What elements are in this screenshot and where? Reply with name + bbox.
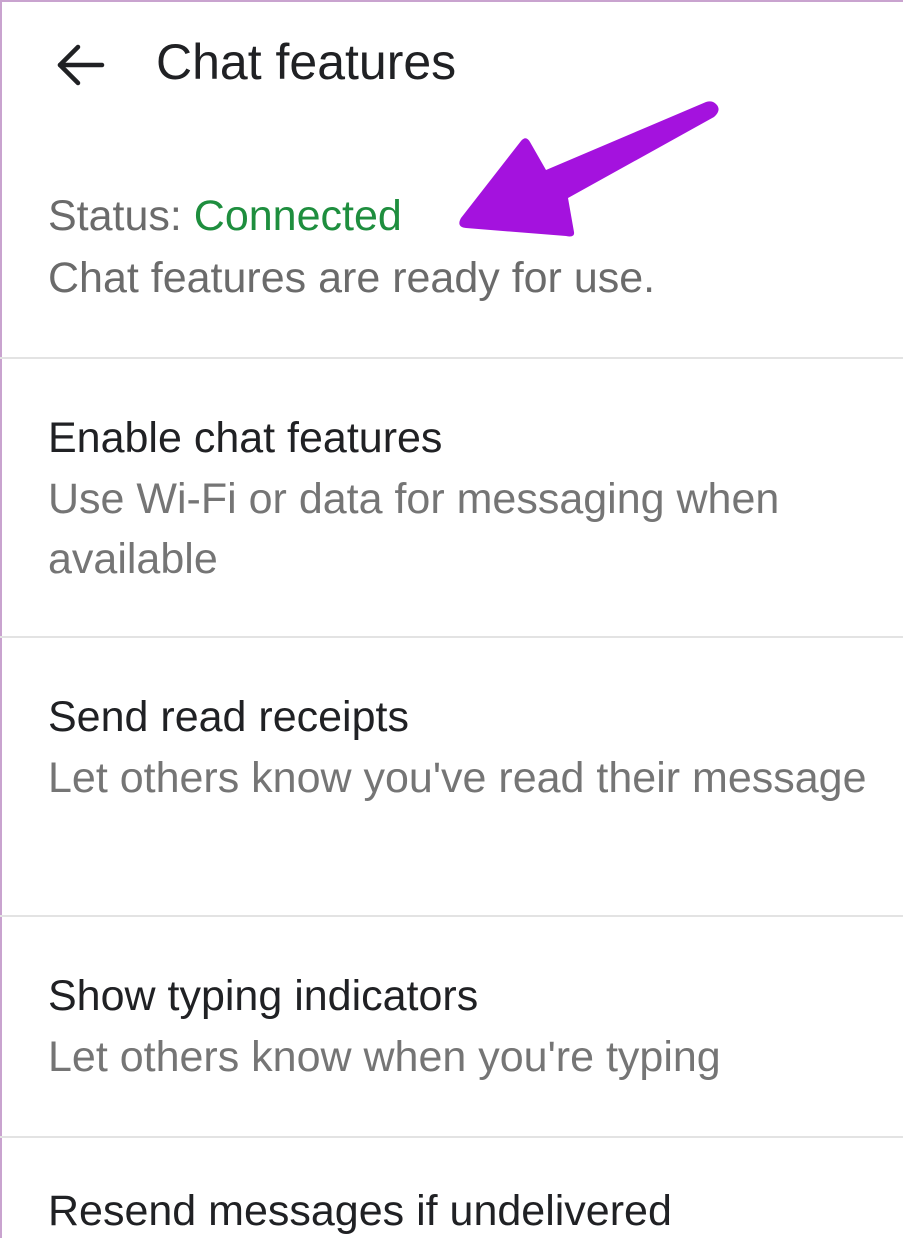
setting-show-typing-indicators[interactable]: Show typing indicators Let others know w…	[48, 965, 898, 1087]
setting-title: Send read receipts	[48, 693, 409, 741]
status-section: Status: Connected Chat features are read…	[48, 185, 868, 309]
back-button[interactable]	[52, 40, 108, 90]
divider	[0, 636, 903, 638]
arrow-left-icon	[57, 44, 105, 86]
setting-description: Let others know you've read their messag…	[48, 754, 867, 802]
setting-resend-undelivered[interactable]: Resend messages if undelivered	[48, 1180, 898, 1242]
setting-enable-chat-features[interactable]: Enable chat features Use Wi-Fi or data f…	[48, 407, 898, 589]
divider	[0, 357, 903, 359]
divider	[0, 915, 903, 917]
page-title: Chat features	[156, 34, 457, 90]
status-line: Status: Connected	[48, 185, 868, 247]
status-value: Connected	[193, 192, 402, 240]
setting-title: Resend messages if undelivered	[48, 1187, 672, 1235]
setting-send-read-receipts[interactable]: Send read receipts Let others know you'v…	[48, 686, 898, 808]
setting-description: Let others know when you're typing	[48, 1033, 721, 1081]
setting-title: Show typing indicators	[48, 972, 479, 1020]
status-label: Status:	[48, 192, 194, 240]
divider	[0, 1136, 903, 1138]
setting-title: Enable chat features	[48, 414, 443, 462]
top-app-bar: Chat features	[0, 0, 903, 130]
status-description: Chat features are ready for use.	[48, 254, 656, 302]
setting-description: Use Wi-Fi or data for messaging when ava…	[48, 475, 780, 583]
